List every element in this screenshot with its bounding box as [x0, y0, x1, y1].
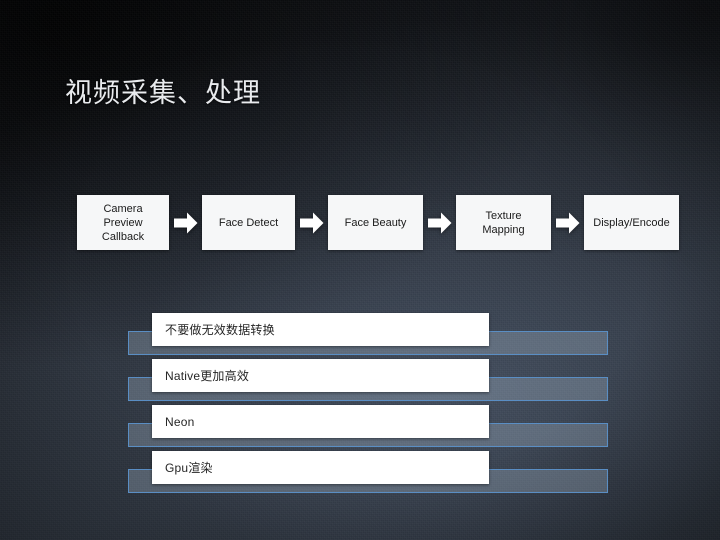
bullet-card: Neon	[152, 405, 489, 438]
bullet-list: 不要做无效数据转换 Native更加高效 Neon Gpu渲染	[0, 0, 720, 540]
bullet-label: Native更加高效	[165, 368, 250, 383]
list-item: Neon	[0, 405, 720, 455]
list-item: 不要做无效数据转换	[0, 313, 720, 363]
bullet-card: Gpu渲染	[152, 451, 489, 484]
bullet-card: Native更加高效	[152, 359, 489, 392]
list-item: Native更加高效	[0, 359, 720, 409]
slide-canvas: 视频采集、处理 Camera Preview Callback Face Det…	[0, 0, 720, 540]
bullet-label: Neon	[165, 414, 195, 429]
bullet-card: 不要做无效数据转换	[152, 313, 489, 346]
bullet-label: Gpu渲染	[165, 460, 213, 475]
bullet-label: 不要做无效数据转换	[165, 322, 275, 337]
list-item: Gpu渲染	[0, 451, 720, 501]
